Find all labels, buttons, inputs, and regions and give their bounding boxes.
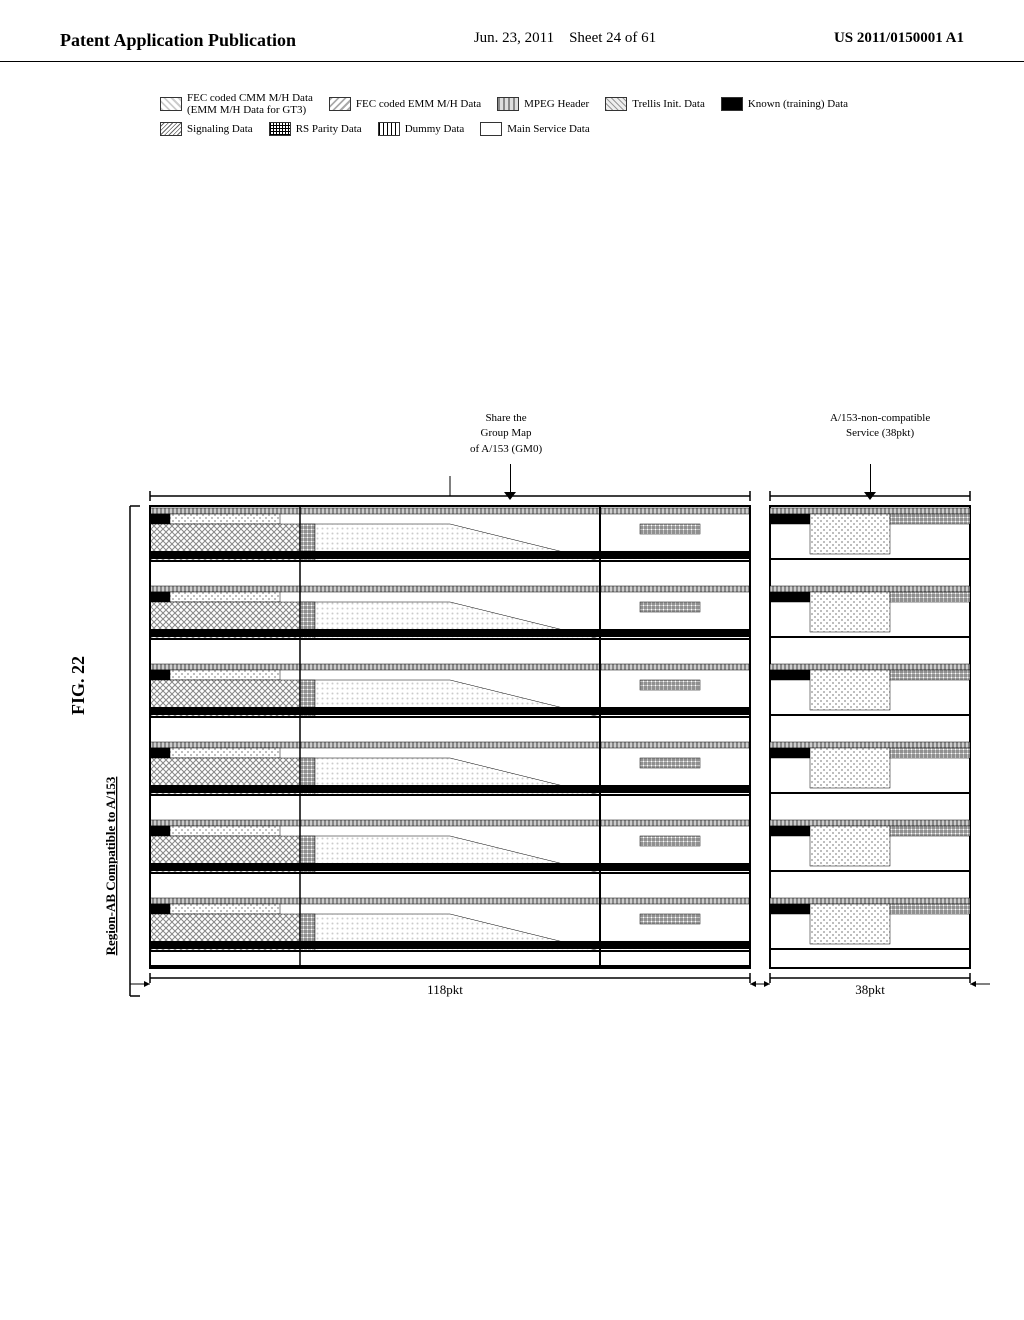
legend-label-trellis: Trellis Init. Data: [632, 98, 705, 110]
legend-known: Known (training) Data: [721, 92, 848, 116]
main-diagram-svg: Region-AB Compatible to A/153: [100, 166, 1000, 1036]
publication-date: Jun. 23, 2011: [474, 30, 554, 46]
legend-box-fec-emm: [329, 97, 351, 111]
patent-number: US 2011/0150001 A1: [834, 30, 964, 47]
legend-rs-parity: RS Parity Data: [269, 122, 362, 136]
legend-label-dummy: Dummy Data: [405, 123, 465, 135]
legend-box-mpeg: [497, 97, 519, 111]
legend-box-main-service: [480, 122, 502, 136]
figure-label: FIG. 22: [68, 656, 89, 715]
svg-text:38pkt: 38pkt: [855, 982, 885, 997]
legend-trellis: Trellis Init. Data: [605, 92, 705, 116]
publication-date-sheet: Jun. 23, 2011 Sheet 24 of 61: [474, 30, 656, 47]
publication-title: Patent Application Publication: [60, 30, 296, 51]
legend-fec-emm: FEC coded EMM M/H Data: [329, 92, 481, 116]
sheet-info: Sheet 24 of 61: [569, 30, 656, 46]
svg-text:Region-AB Compatible to A/153: Region-AB Compatible to A/153: [103, 776, 118, 955]
legend-label-known: Known (training) Data: [748, 98, 848, 110]
legend-box-trellis: [605, 97, 627, 111]
legend-area: FEC coded CMM M/H Data(EMM M/H Data for …: [40, 82, 984, 146]
legend-label-fec-emm: FEC coded EMM M/H Data: [356, 98, 481, 110]
diagram-area: FIG. 22 Share theGroup Mapof A/153 (GM0)…: [40, 156, 1000, 1076]
legend-label-mpeg: MPEG Header: [524, 98, 589, 110]
legend-box-fec-cmm: [160, 97, 182, 111]
page-header: Patent Application Publication Jun. 23, …: [0, 0, 1024, 62]
legend-dummy: Dummy Data: [378, 122, 465, 136]
legend-label-signaling: Signaling Data: [187, 123, 253, 135]
legend-mpeg: MPEG Header: [497, 92, 589, 116]
legend-box-rs-parity: [269, 122, 291, 136]
legend-label-rs-parity: RS Parity Data: [296, 123, 362, 135]
legend-fec-cmm: FEC coded CMM M/H Data(EMM M/H Data for …: [160, 92, 313, 116]
main-content: FEC coded CMM M/H Data(EMM M/H Data for …: [0, 62, 1024, 1096]
legend-box-signaling: [160, 122, 182, 136]
legend-label-main-service: Main Service Data: [507, 123, 589, 135]
legend-label-fec-cmm: FEC coded CMM M/H Data(EMM M/H Data for …: [187, 92, 313, 116]
svg-text:118pkt: 118pkt: [427, 982, 463, 997]
legend-main-service: Main Service Data: [480, 122, 589, 136]
legend-box-known: [721, 97, 743, 111]
legend-signaling: Signaling Data: [160, 122, 253, 136]
legend-box-dummy: [378, 122, 400, 136]
